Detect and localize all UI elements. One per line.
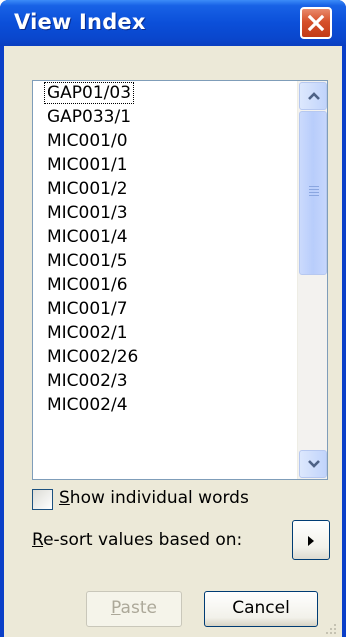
list-item-label: MIC001/7 — [47, 299, 128, 319]
resize-grip-icon[interactable] — [322, 620, 338, 636]
scroll-down-button[interactable] — [299, 450, 327, 478]
list-item-label: MIC001/0 — [47, 131, 128, 151]
list-item-label: GAP033/1 — [47, 107, 132, 127]
list-item[interactable]: MIC002/4 — [33, 393, 297, 417]
vertical-scrollbar[interactable] — [297, 81, 327, 479]
resort-label-text: e-sort values based on: — [43, 530, 243, 550]
list-item[interactable]: MIC002/1 — [33, 321, 297, 345]
show-words-label-text: how individual words — [69, 488, 249, 508]
cancel-button[interactable]: Cancel — [204, 591, 318, 627]
list-item-label: MIC002/26 — [47, 347, 139, 367]
chevron-up-icon — [308, 92, 320, 100]
list-item-label: MIC001/4 — [47, 227, 128, 247]
list-item-label: GAP01/03 — [43, 82, 135, 104]
list-item[interactable]: MIC002/3 — [33, 369, 297, 393]
list-item[interactable]: MIC001/2 — [33, 177, 297, 201]
arrow-right-icon — [308, 536, 314, 546]
dialog-body: GAP01/03 GAP033/1 MIC001/0 MIC001/1 MIC001/2… — [4, 46, 342, 637]
list-item-label: MIC001/5 — [47, 251, 128, 271]
scroll-grip-icon — [309, 186, 319, 198]
paste-label-text: aste — [120, 598, 157, 618]
resort-label: Re-sort values based on: — [32, 530, 242, 550]
close-icon — [307, 14, 325, 32]
list-item[interactable]: MIC002/26 — [33, 345, 297, 369]
show-words-accelerator: S — [59, 488, 70, 508]
list-item[interactable]: MIC001/0 — [33, 129, 297, 153]
show-words-checkbox[interactable] — [32, 489, 53, 510]
view-index-dialog: View Index GAP01/03 GAP033/1 MIC001/0 MIC00… — [0, 0, 346, 637]
resort-menu-button[interactable] — [292, 520, 330, 560]
list-item[interactable]: MIC001/4 — [33, 225, 297, 249]
list-item[interactable]: MIC001/7 — [33, 297, 297, 321]
scroll-thumb[interactable] — [299, 111, 327, 275]
list-item[interactable]: MIC001/3 — [33, 201, 297, 225]
scroll-up-button[interactable] — [299, 82, 327, 110]
resort-accelerator: R — [32, 530, 44, 550]
paste-button[interactable]: Paste — [86, 591, 182, 627]
list-item[interactable]: GAP01/03 — [33, 81, 297, 105]
list-item-label: MIC001/1 — [47, 155, 128, 175]
list-item-label: MIC001/6 — [47, 275, 128, 295]
list-item[interactable]: MIC001/1 — [33, 153, 297, 177]
index-listbox[interactable]: GAP01/03 GAP033/1 MIC001/0 MIC001/1 MIC001/2… — [32, 80, 328, 480]
index-list-items: GAP01/03 GAP033/1 MIC001/0 MIC001/1 MIC001/2… — [33, 81, 297, 479]
chevron-down-icon — [308, 460, 320, 468]
list-item[interactable]: MIC001/5 — [33, 249, 297, 273]
list-item-label: MIC002/3 — [47, 371, 128, 391]
show-words-label[interactable]: Show individual words — [59, 488, 249, 508]
window-title: View Index — [14, 10, 146, 34]
list-item-label: MIC002/1 — [47, 323, 128, 343]
list-item-label: MIC001/2 — [47, 179, 128, 199]
close-button[interactable] — [300, 7, 332, 39]
list-item-label: MIC002/4 — [47, 395, 128, 415]
list-item[interactable]: GAP033/1 — [33, 105, 297, 129]
title-bar[interactable]: View Index — [0, 0, 346, 46]
list-item[interactable]: MIC001/6 — [33, 273, 297, 297]
list-item-label: MIC001/3 — [47, 203, 128, 223]
paste-accelerator: P — [111, 598, 121, 618]
